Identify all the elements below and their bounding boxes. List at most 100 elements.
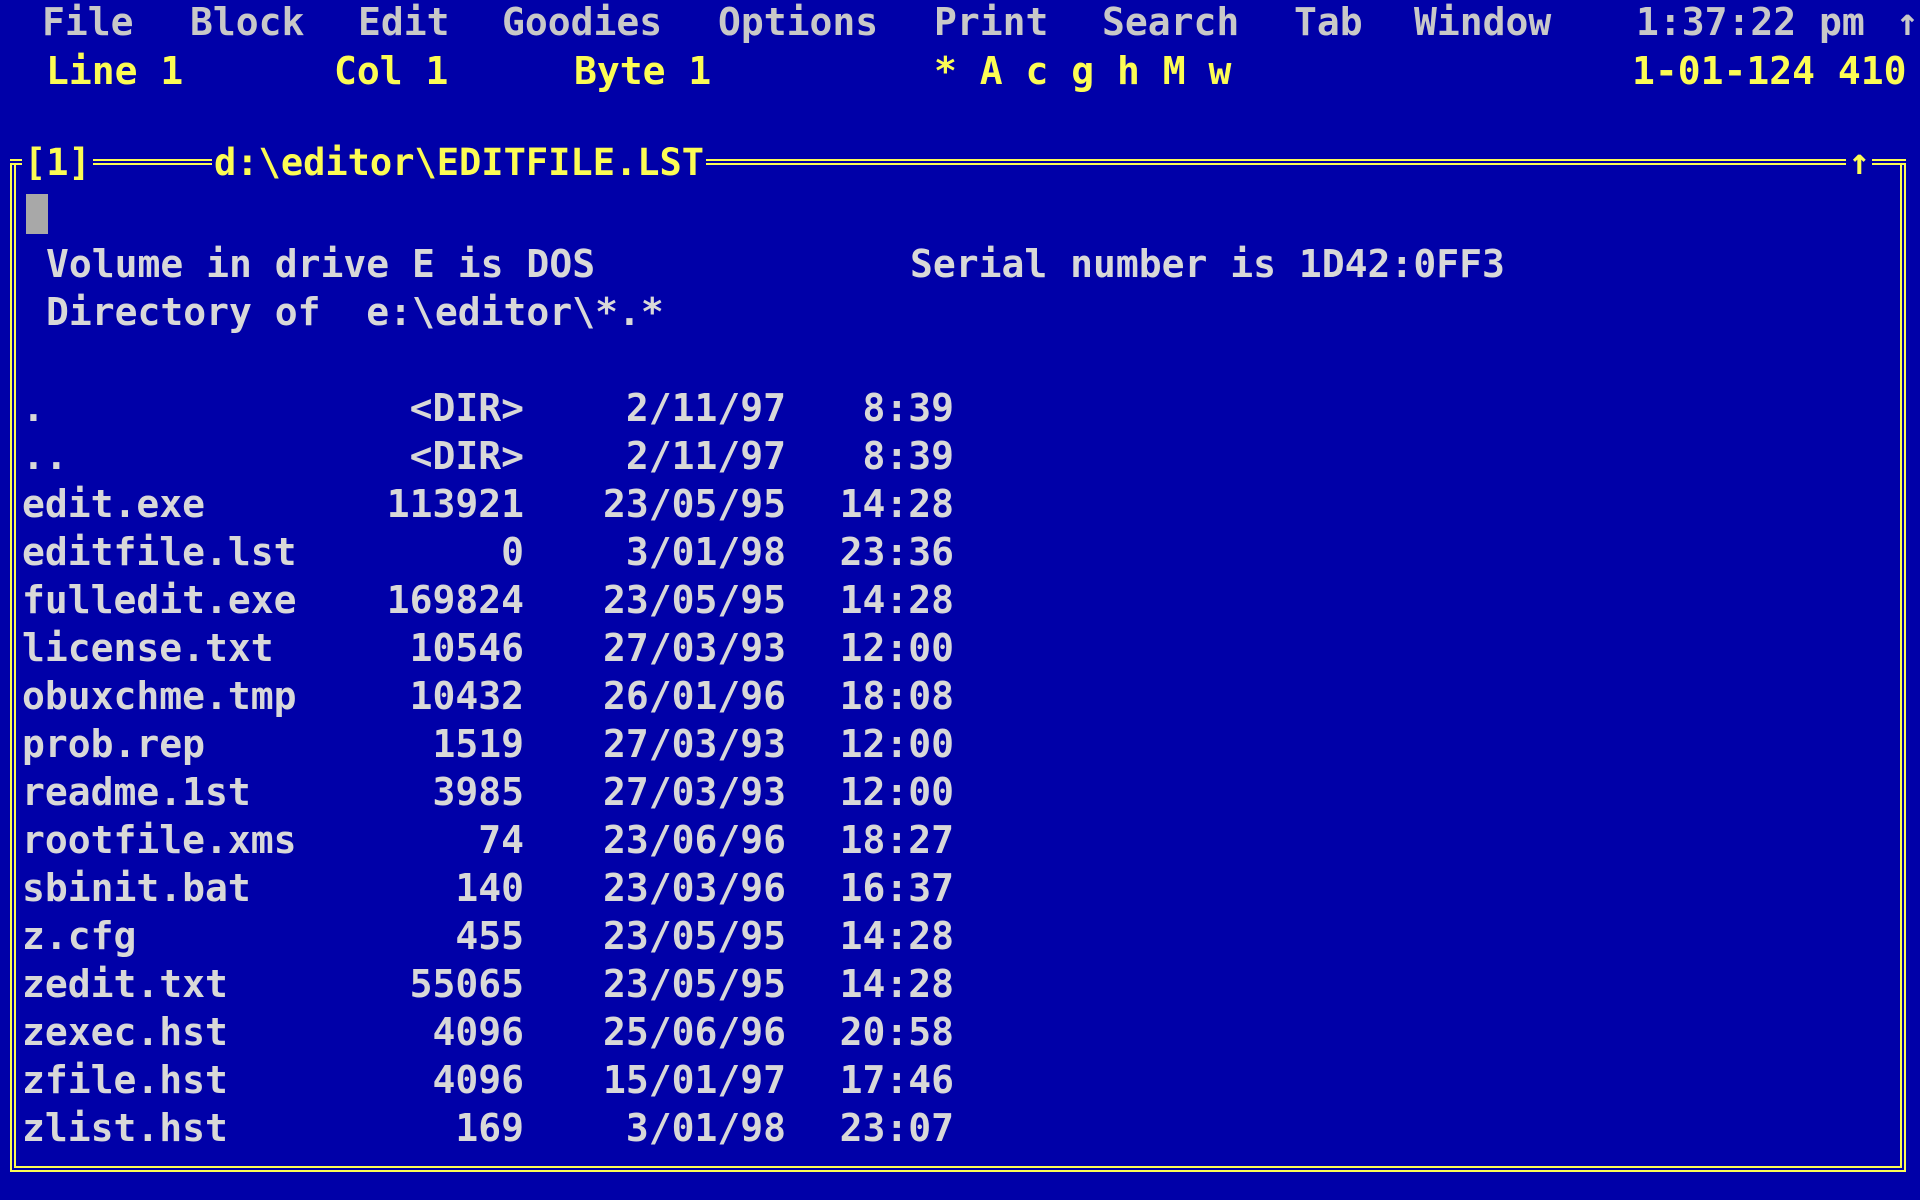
status-date-info: 1-01-124 410 bbox=[1632, 49, 1907, 93]
file-name: zedit.txt bbox=[22, 962, 228, 1006]
file-date: 23/03/96 bbox=[602, 866, 786, 910]
file-size: 10432 bbox=[409, 674, 524, 718]
file-name: zfile.hst bbox=[22, 1058, 228, 1102]
file-size: 74 bbox=[478, 818, 524, 862]
file-date: 23/05/95 bbox=[602, 482, 786, 526]
file-size: 113921 bbox=[386, 482, 524, 526]
file-size: 3985 bbox=[432, 770, 524, 814]
file-date: 2/11/97 bbox=[625, 386, 786, 430]
file-name: rootfile.xms bbox=[22, 818, 297, 862]
menu-tab[interactable]: Tab bbox=[1294, 0, 1363, 48]
file-name: zlist.hst bbox=[22, 1106, 228, 1150]
file-row: editfile.lst 0 3/01/98 23:36 bbox=[22, 528, 982, 576]
menu-bar: File Block Edit Goodies Options Print Se… bbox=[0, 0, 1920, 48]
menu-search[interactable]: Search bbox=[1102, 0, 1239, 48]
file-name: sbinit.bat bbox=[22, 866, 251, 910]
file-time: 16:37 bbox=[839, 866, 954, 910]
file-row: zexec.hst 4096 25/06/96 20:58 bbox=[22, 1008, 982, 1056]
file-name: fulledit.exe bbox=[22, 578, 297, 622]
file-time: 12:00 bbox=[839, 722, 954, 766]
file-size: <DIR> bbox=[409, 386, 524, 430]
status-line-number: Line 1 bbox=[46, 49, 184, 93]
file-date: 3/01/98 bbox=[625, 530, 786, 574]
file-row: rootfile.xms 74 23/06/96 18:27 bbox=[22, 816, 982, 864]
vertical-scrollbar[interactable] bbox=[1870, 164, 1900, 1166]
file-date: 27/03/93 bbox=[602, 626, 786, 670]
file-date: 2/11/97 bbox=[625, 434, 786, 478]
status-line: Line 1 Col 1 Byte 1 * A c g h M w 1-01-1… bbox=[0, 48, 1920, 96]
file-date: 25/06/96 bbox=[602, 1010, 786, 1054]
file-size: 140 bbox=[455, 866, 524, 910]
menu-file[interactable]: File bbox=[42, 0, 134, 48]
status-column: Col 1 bbox=[334, 49, 449, 93]
file-time: 14:28 bbox=[839, 914, 954, 958]
file-size: 169824 bbox=[386, 578, 524, 622]
file-date: 15/01/97 bbox=[602, 1058, 786, 1102]
file-date: 27/03/93 bbox=[602, 770, 786, 814]
file-row: readme.1st 3985 27/03/93 12:00 bbox=[22, 768, 982, 816]
file-size: 169 bbox=[455, 1106, 524, 1150]
menu-edit[interactable]: Edit bbox=[358, 0, 450, 48]
file-row: zedit.txt 55065 23/05/95 14:28 bbox=[22, 960, 982, 1008]
file-time: 20:58 bbox=[839, 1010, 954, 1054]
file-date: 26/01/96 bbox=[602, 674, 786, 718]
file-time: 14:28 bbox=[839, 962, 954, 1006]
file-name: .. bbox=[22, 434, 68, 478]
file-name: z.cfg bbox=[22, 914, 137, 958]
file-size: 10546 bbox=[409, 626, 524, 670]
status-flags: * A c g h M w bbox=[934, 49, 1232, 93]
file-name: obuxchme.tmp bbox=[22, 674, 297, 718]
file-time: 18:27 bbox=[839, 818, 954, 862]
file-date: 27/03/93 bbox=[602, 722, 786, 766]
volume-label-line: Volume in drive E is DOS bbox=[46, 242, 596, 286]
file-size: 455 bbox=[455, 914, 524, 958]
file-row: zlist.hst 169 3/01/98 23:07 bbox=[22, 1104, 982, 1152]
file-row: license.txt 10546 27/03/93 12:00 bbox=[22, 624, 982, 672]
file-name: . bbox=[22, 386, 45, 430]
text-cursor bbox=[26, 194, 48, 234]
file-size: 1519 bbox=[432, 722, 524, 766]
directory-of-line: Directory of e:\editor\*.* bbox=[46, 290, 664, 334]
file-date: 3/01/98 bbox=[625, 1106, 786, 1150]
file-date: 23/06/96 bbox=[602, 818, 786, 862]
file-size: 0 bbox=[501, 530, 524, 574]
file-time: 14:28 bbox=[839, 578, 954, 622]
status-byte: Byte 1 bbox=[574, 49, 712, 93]
menu-scroll-up-icon[interactable]: ↑ bbox=[1896, 0, 1919, 48]
file-date: 23/05/95 bbox=[602, 578, 786, 622]
file-time: 17:46 bbox=[839, 1058, 954, 1102]
file-row: . <DIR> 2/11/97 8:39 bbox=[22, 384, 982, 432]
menu-block[interactable]: Block bbox=[190, 0, 304, 48]
file-row: sbinit.bat 140 23/03/96 16:37 bbox=[22, 864, 982, 912]
file-time: 23:36 bbox=[839, 530, 954, 574]
file-date: 23/05/95 bbox=[602, 962, 786, 1006]
file-name: license.txt bbox=[22, 626, 274, 670]
file-time: 14:28 bbox=[839, 482, 954, 526]
file-name: edit.exe bbox=[22, 482, 206, 526]
file-row: prob.rep 1519 27/03/93 12:00 bbox=[22, 720, 982, 768]
file-time: 8:39 bbox=[862, 386, 954, 430]
file-time: 12:00 bbox=[839, 770, 954, 814]
file-row: fulledit.exe 169824 23/05/95 14:28 bbox=[22, 576, 982, 624]
file-time: 18:08 bbox=[839, 674, 954, 718]
menu-options[interactable]: Options bbox=[718, 0, 878, 48]
file-name: readme.1st bbox=[22, 770, 251, 814]
file-size: 55065 bbox=[409, 962, 524, 1006]
clock: 1:37:22 pm bbox=[1636, 0, 1865, 44]
file-time: 8:39 bbox=[862, 434, 954, 478]
file-size: 4096 bbox=[432, 1058, 524, 1102]
file-size: <DIR> bbox=[409, 434, 524, 478]
file-date: 23/05/95 bbox=[602, 914, 786, 958]
file-row: .. <DIR> 2/11/97 8:39 bbox=[22, 432, 982, 480]
menu-print[interactable]: Print bbox=[934, 0, 1048, 48]
serial-number-line: Serial number is 1D42:0FF3 bbox=[910, 242, 1505, 286]
file-row: z.cfg 455 23/05/95 14:28 bbox=[22, 912, 982, 960]
menu-window[interactable]: Window bbox=[1414, 0, 1551, 48]
file-time: 23:07 bbox=[839, 1106, 954, 1150]
file-row: zfile.hst 4096 15/01/97 17:46 bbox=[22, 1056, 982, 1104]
file-time: 12:00 bbox=[839, 626, 954, 670]
file-name: prob.rep bbox=[22, 722, 206, 766]
menu-goodies[interactable]: Goodies bbox=[502, 0, 662, 48]
file-row: obuxchme.tmp 10432 26/01/96 18:08 bbox=[22, 672, 982, 720]
file-name: zexec.hst bbox=[22, 1010, 228, 1054]
